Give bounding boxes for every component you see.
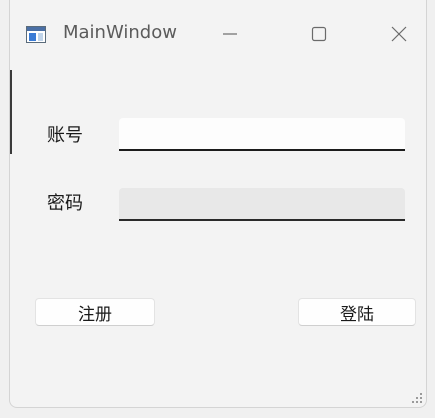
login-button[interactable]: 登陆: [298, 298, 416, 326]
window-edge-strip: [10, 70, 12, 154]
main-window: MainWindow 账号 密码 注册 登陆: [9, 0, 427, 408]
maximize-icon: [311, 26, 327, 42]
username-label: 账号: [47, 125, 83, 146]
window-title: MainWindow: [63, 22, 177, 43]
password-label: 密码: [47, 193, 83, 214]
close-icon: [391, 26, 407, 42]
title-bar[interactable]: MainWindow: [10, 0, 426, 70]
minimize-icon: [223, 33, 237, 35]
app-window-icon: [26, 26, 46, 43]
register-button[interactable]: 注册: [35, 298, 155, 326]
username-input[interactable]: [119, 118, 405, 151]
close-button[interactable]: [380, 18, 420, 50]
password-input[interactable]: [119, 188, 405, 221]
minimize-button[interactable]: [210, 18, 250, 50]
maximize-button[interactable]: [299, 18, 339, 50]
resize-grip[interactable]: [412, 393, 422, 403]
